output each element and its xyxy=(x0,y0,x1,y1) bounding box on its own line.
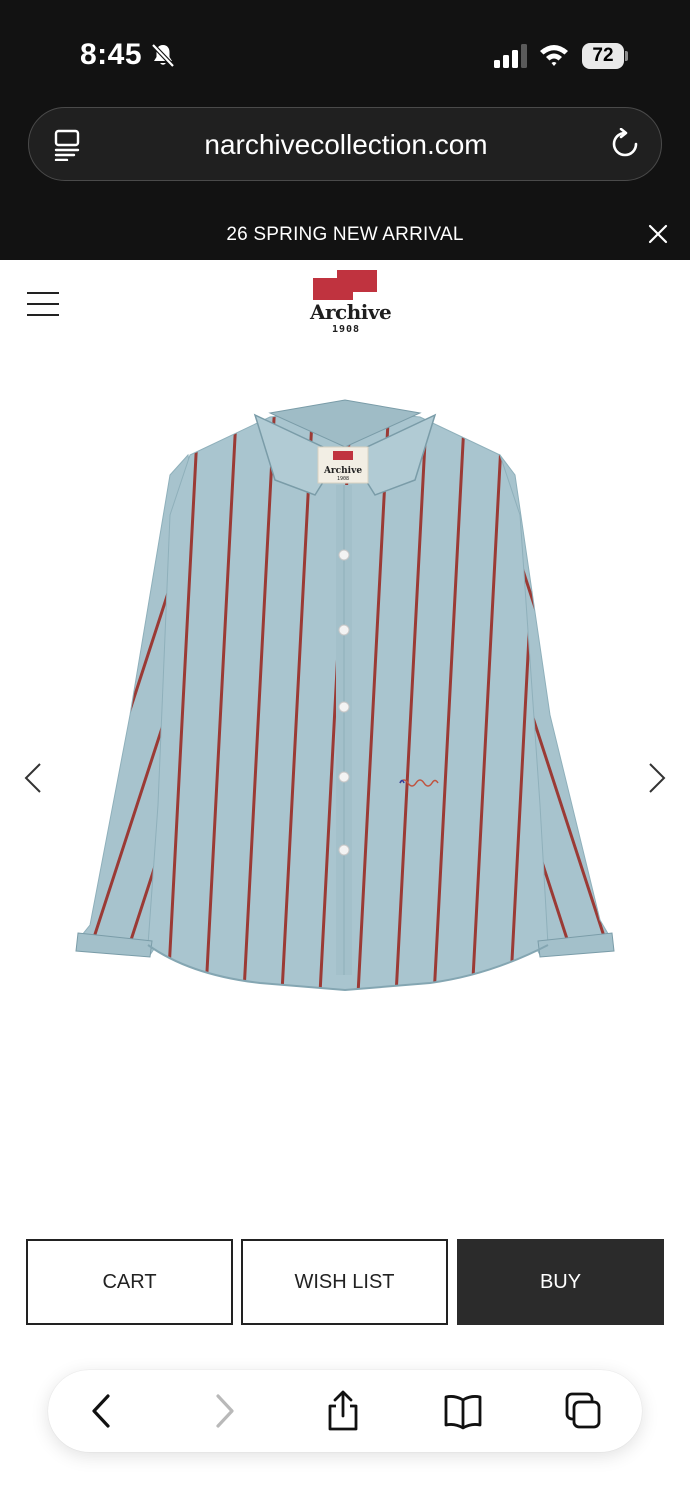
shirt-label-word: Archive xyxy=(323,466,362,476)
reader-icon[interactable] xyxy=(53,129,83,161)
shirt-label-year: 1908 xyxy=(337,476,349,482)
announcement-banner: 26 SPRING NEW ARRIVAL xyxy=(0,210,690,260)
close-icon[interactable] xyxy=(646,222,670,246)
bookmarks-icon[interactable] xyxy=(443,1390,483,1432)
cart-button[interactable]: CART xyxy=(26,1239,233,1325)
tabs-icon[interactable] xyxy=(563,1390,603,1432)
logo-n-mark xyxy=(313,270,377,300)
banner-text[interactable]: 26 SPRING NEW ARRIVAL xyxy=(0,210,690,260)
logo-wordmark: Archive xyxy=(310,300,392,324)
battery-icon: 72 xyxy=(582,43,628,69)
battery-level: 72 xyxy=(592,45,614,66)
share-icon[interactable] xyxy=(323,1390,363,1432)
chevron-left-icon[interactable] xyxy=(20,760,46,796)
buy-button[interactable]: BUY xyxy=(457,1239,664,1325)
back-icon[interactable] xyxy=(82,1390,122,1432)
logo-year: 1908 xyxy=(331,324,361,335)
status-time: 8:45 xyxy=(80,38,143,71)
brand-logo[interactable]: Archive 1908 xyxy=(310,270,392,336)
battery-tip xyxy=(625,51,628,61)
wifi-icon xyxy=(540,45,568,66)
browser-toolbar xyxy=(48,1370,642,1452)
url-text[interactable]: narchivecollection.com xyxy=(29,108,663,182)
wishlist-button[interactable]: WISH LIST xyxy=(241,1239,448,1325)
product-image[interactable]: Archive 1908 xyxy=(70,385,620,1000)
chevron-right-icon[interactable] xyxy=(644,760,670,796)
address-bar[interactable]: narchivecollection.com xyxy=(28,107,662,181)
hamburger-menu-icon[interactable] xyxy=(26,290,60,318)
reload-icon[interactable] xyxy=(609,128,641,160)
browser-chrome: 8:45 72 narchivecollection.com xyxy=(0,0,690,210)
forward-icon[interactable] xyxy=(204,1390,244,1432)
bell-slash-icon xyxy=(151,43,175,68)
signal-icon xyxy=(494,44,527,68)
